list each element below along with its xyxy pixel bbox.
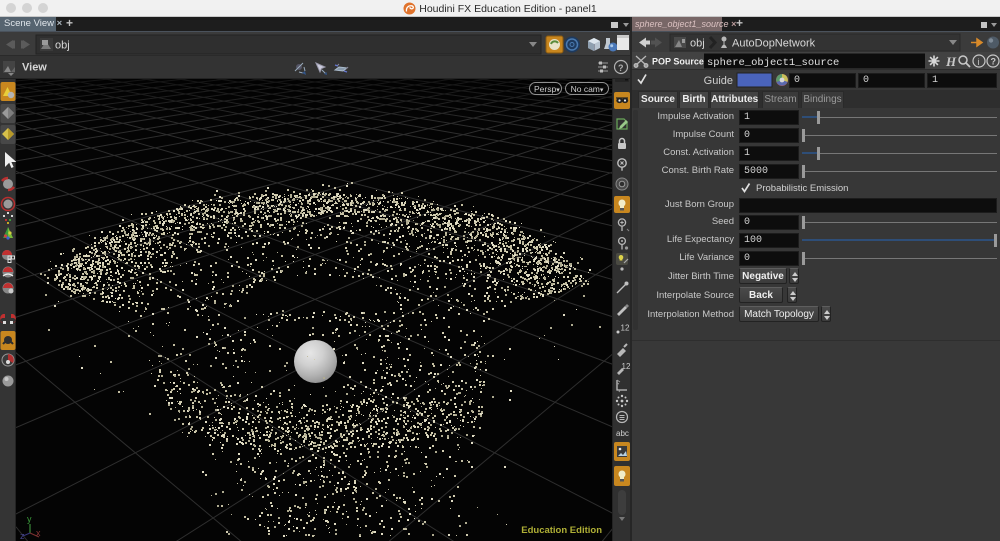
svg-text:y: y <box>27 514 32 524</box>
svg-text:x: x <box>36 528 41 538</box>
svg-text:View: View <box>22 62 47 74</box>
svg-text:z: z <box>20 531 25 539</box>
svg-text:AutoDopNetwork: AutoDopNetwork <box>732 38 816 50</box>
svg-text:i: i <box>978 57 980 67</box>
svg-text:H: H <box>945 54 957 69</box>
svg-text:?: ? <box>991 57 997 67</box>
svg-text:12: 12 <box>621 324 630 333</box>
svg-text:Guide: Guide <box>704 75 733 87</box>
svg-text:sphere_object1_source: sphere_object1_source <box>707 57 839 69</box>
svg-text:?: ? <box>618 63 624 73</box>
svg-text:abc: abc <box>616 429 629 438</box>
svg-text:obj: obj <box>690 38 705 50</box>
svg-text:obj: obj <box>55 40 70 52</box>
svg-text:POP Source: POP Source <box>652 57 704 67</box>
